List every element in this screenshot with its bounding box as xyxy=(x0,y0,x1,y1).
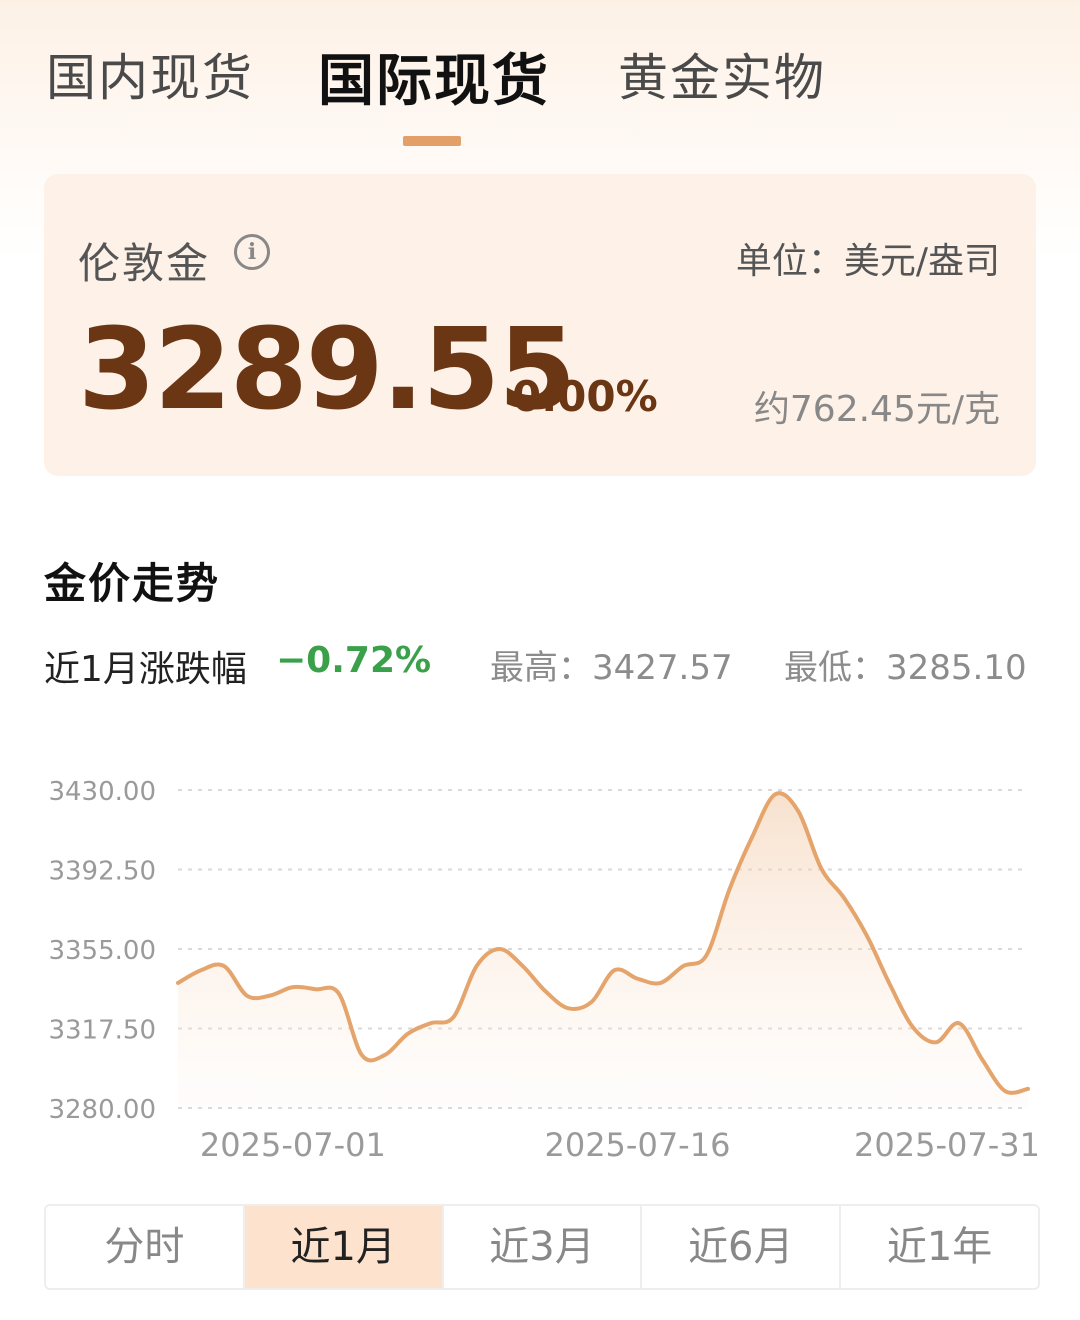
instrument-name: 伦敦金 xyxy=(78,239,211,288)
x-tick-label: 2025-07-01 xyxy=(200,1126,386,1164)
x-tick-label: 2025-07-16 xyxy=(544,1126,730,1164)
price-change-percent: 0.00% xyxy=(512,372,658,421)
range-change-label: 近1月涨跌幅 xyxy=(44,649,247,690)
tab-domestic-spot[interactable]: 国内现货 xyxy=(46,38,254,110)
current-price: 3289.55 xyxy=(78,305,576,435)
market-tabs: 国内现货 国际现货 黄金实物 xyxy=(0,0,1080,160)
period-1-year[interactable]: 近1年 xyxy=(841,1206,1038,1288)
period-1-month[interactable]: 近1月 xyxy=(244,1206,444,1288)
high-price: 最高：3427.57 xyxy=(490,648,733,688)
price-unit: 单位：美元/盎司 xyxy=(735,241,1000,282)
y-tick-label: 3430.00 xyxy=(48,777,156,807)
chart-svg: 3430.00 3392.50 3355.00 3317.50 3280.00 2025-… xyxy=(48,777,1040,1164)
low-price: 最低：3285.10 xyxy=(784,648,1027,688)
tab-international-spot[interactable]: 国际现货 xyxy=(318,36,550,117)
y-tick-label: 3392.50 xyxy=(48,857,156,887)
range-change-value: −0.72% xyxy=(276,640,432,681)
y-tick-label: 3280.00 xyxy=(48,1095,156,1125)
period-6-months[interactable]: 近6月 xyxy=(642,1206,842,1288)
info-icon[interactable]: i xyxy=(234,234,270,270)
price-trend-chart[interactable]: 3430.00 3392.50 3355.00 3317.50 3280.00 2025-… xyxy=(0,740,1080,1180)
trend-stats: 近1月涨跌幅 −0.72% 最高：3427.57 最低：3285.10 xyxy=(44,640,1044,690)
series-area xyxy=(178,793,1028,1108)
price-card: 伦敦金 i 单位：美元/盎司 3289.55 0.00% 约762.45元/克 xyxy=(44,174,1036,476)
period-intraday[interactable]: 分时 xyxy=(46,1206,245,1288)
price-per-gram: 约762.45元/克 xyxy=(753,389,1000,430)
y-tick-label: 3355.00 xyxy=(48,936,156,966)
tab-physical-gold[interactable]: 黄金实物 xyxy=(618,38,826,110)
x-tick-label: 2025-07-31 xyxy=(854,1126,1040,1164)
y-tick-label: 3317.50 xyxy=(48,1016,156,1046)
period-selector: 分时 近1月 近3月 近6月 近1年 xyxy=(44,1204,1040,1290)
period-3-months[interactable]: 近3月 xyxy=(444,1206,643,1288)
active-tab-indicator xyxy=(403,136,461,146)
trend-section-title: 金价走势 xyxy=(44,559,221,608)
